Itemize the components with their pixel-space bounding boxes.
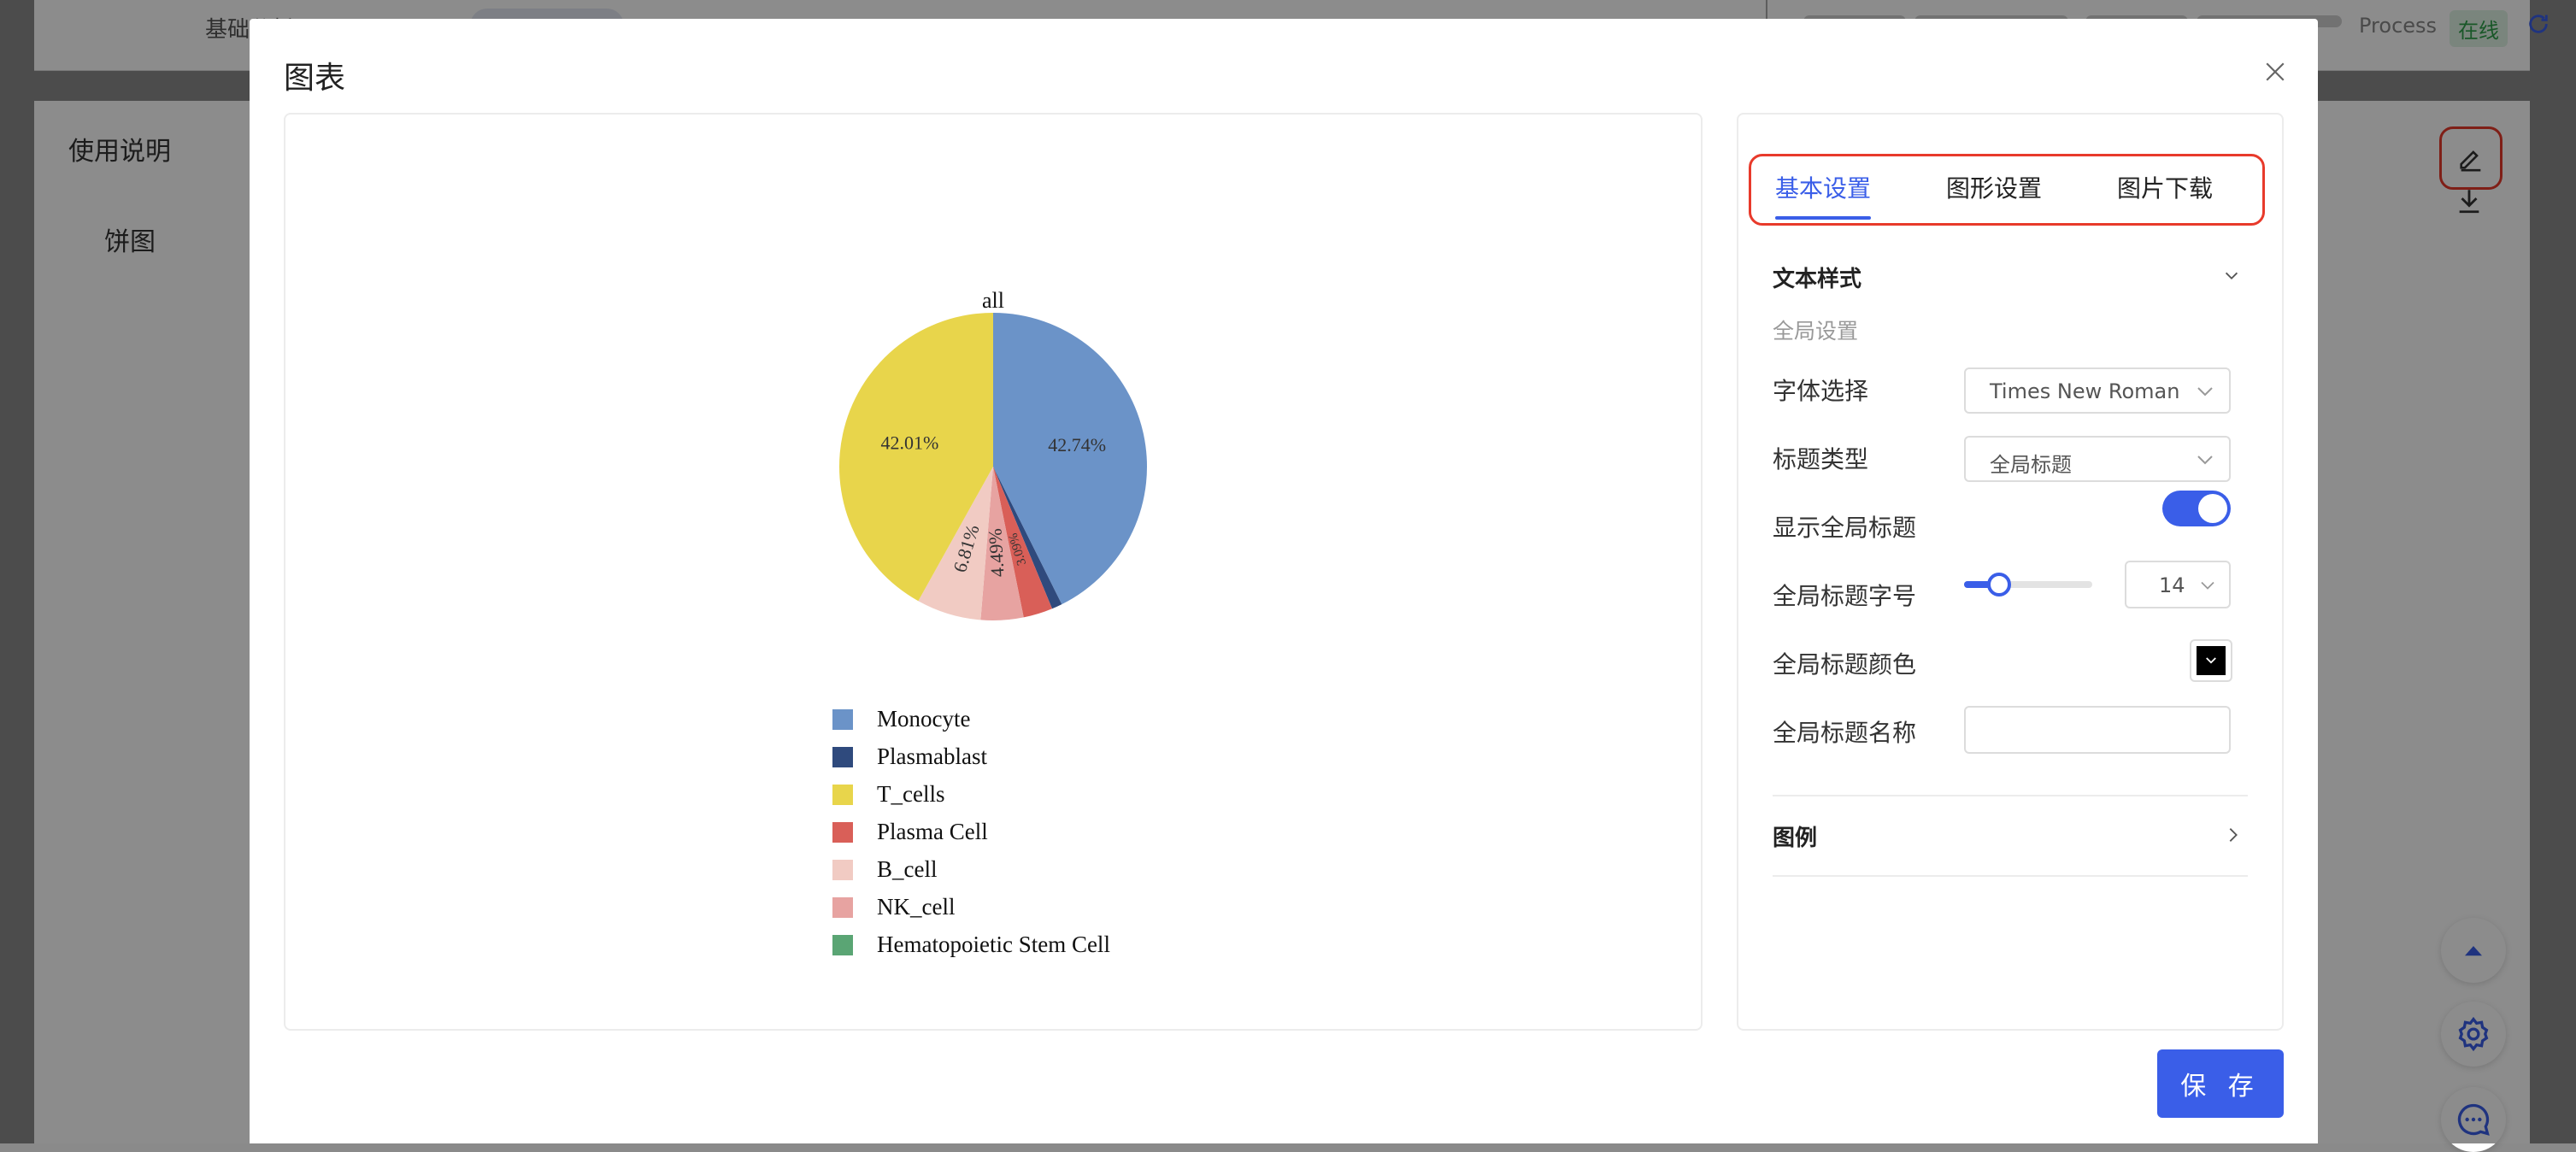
font-label: 字体选择 — [1773, 377, 1869, 405]
tab-basic-settings[interactable]: 基本设置 — [1775, 170, 1871, 204]
active-tab-indicator — [1775, 216, 1871, 220]
font-size-slider-track[interactable] — [1964, 581, 2092, 588]
legend-swatch — [832, 709, 853, 730]
legend-label: Hematopoietic Stem Cell — [877, 932, 1110, 957]
legend-label: T_cells — [877, 781, 944, 807]
chevron-down-icon — [2206, 657, 2216, 664]
close-icon — [2266, 62, 2285, 81]
legend-swatch — [832, 897, 853, 918]
chart-panel: all 42.74% 3.09% 4.49% 6.81% 42.01% Monocyte Pl… — [284, 113, 1703, 1031]
divider — [1773, 875, 2248, 877]
chevron-down-icon[interactable] — [2222, 267, 2241, 285]
font-size-value: 14 — [2159, 573, 2185, 597]
chart-modal: 图表 all 42.74% 3.09% 4.49% 6.81% 42.01% Monocyt… — [250, 19, 2318, 1143]
font-select[interactable]: Times New Roman — [1964, 367, 2231, 414]
chevron-down-icon — [2201, 581, 2214, 590]
legend-header[interactable]: 图例 — [1773, 820, 1817, 852]
font-size-label: 全局标题字号 — [1773, 582, 1917, 610]
font-size-slider-handle[interactable] — [1986, 573, 2011, 597]
modal-title: 图表 — [284, 61, 346, 96]
title-type-value: 全局标题 — [1990, 453, 2072, 477]
legend-swatch — [832, 822, 853, 843]
chart-title: all — [982, 288, 1004, 313]
legend-swatch — [832, 935, 853, 955]
pie-chart: all42.74%3.09%4.49%6.81%42.01%MonocytePl… — [832, 288, 1148, 957]
legend-swatch — [832, 860, 853, 880]
legend-swatch — [832, 785, 853, 805]
settings-tabs: 基本设置 图形设置 图片下载 — [1749, 154, 2265, 226]
chevron-down-icon — [2197, 387, 2213, 397]
legend-label: Plasma Cell — [877, 819, 988, 844]
color-swatch — [2197, 646, 2226, 675]
divider — [1773, 795, 2248, 796]
settings-panel: 基本设置 图形设置 图片下载 文本样式 全局设置 字体选择 Times New … — [1737, 113, 2284, 1031]
save-button[interactable]: 保 存 — [2157, 1049, 2284, 1118]
legend-label: Plasmablast — [877, 744, 987, 769]
legend-label: Monocyte — [877, 706, 970, 732]
close-button[interactable] — [2258, 55, 2292, 89]
pie-data-label: 42.74% — [1048, 434, 1106, 456]
legend-label: NK_cell — [877, 894, 955, 920]
toggle-knob — [2198, 494, 2227, 523]
title-color-picker[interactable] — [2190, 639, 2232, 682]
chevron-down-icon — [2197, 456, 2213, 465]
show-title-toggle[interactable] — [2162, 491, 2231, 526]
pie-data-label: 4.49% — [984, 528, 1008, 578]
title-type-select[interactable]: 全局标题 — [1964, 436, 2231, 482]
chevron-right-icon[interactable] — [2224, 826, 2243, 844]
global-settings-header: 全局设置 — [1773, 319, 1859, 344]
legend-swatch — [832, 747, 853, 767]
tab-graphic-settings[interactable]: 图形设置 — [1946, 170, 2042, 204]
title-type-label: 标题类型 — [1773, 445, 1869, 473]
tab-image-download[interactable]: 图片下载 — [2117, 170, 2213, 204]
title-name-input[interactable] — [1964, 706, 2231, 754]
font-select-value: Times New Roman — [1990, 379, 2180, 403]
show-title-label: 显示全局标题 — [1773, 514, 1917, 542]
text-style-header[interactable]: 文本样式 — [1773, 262, 1861, 293]
title-color-label: 全局标题颜色 — [1773, 650, 1917, 679]
font-size-select[interactable]: 14 — [2125, 561, 2231, 608]
legend-label: B_cell — [877, 856, 937, 882]
pie-data-label: 42.01% — [881, 432, 939, 454]
title-name-label: 全局标题名称 — [1773, 719, 1917, 747]
